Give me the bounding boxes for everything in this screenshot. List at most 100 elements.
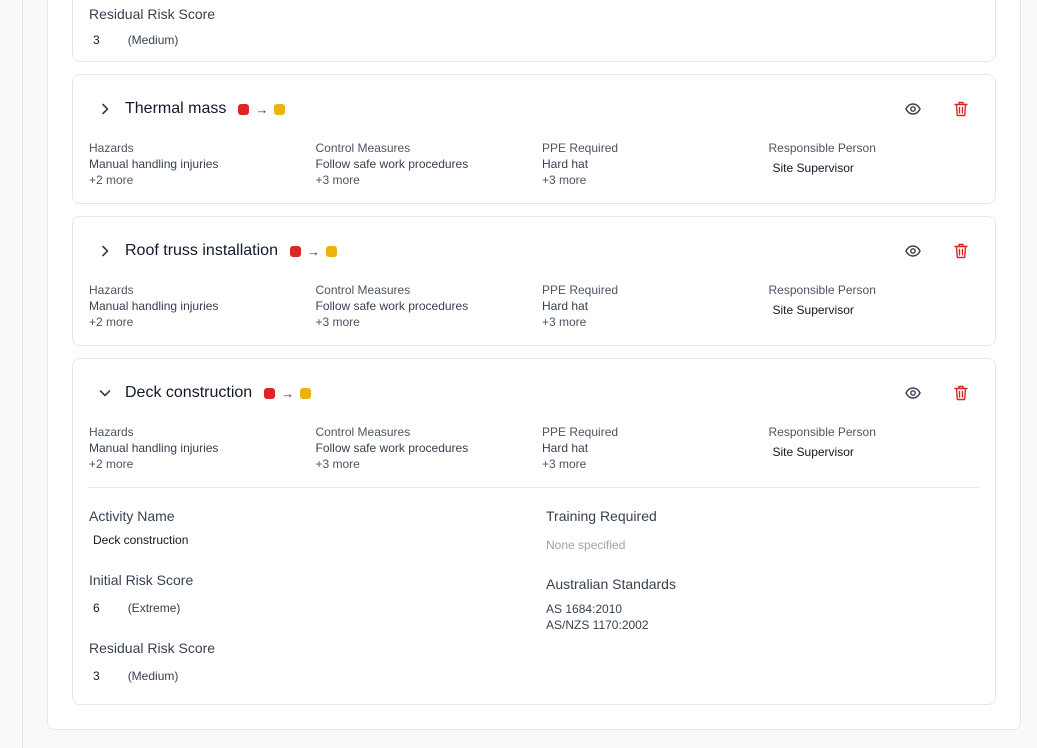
activity-summary: Hazards Manual handling injuries +2 more… bbox=[89, 140, 979, 188]
sidebar bbox=[0, 0, 23, 748]
residual-risk-indicator bbox=[274, 103, 286, 115]
standards-list: AS 1684:2010 AS/NZS 1170:2002 bbox=[546, 601, 649, 633]
responsible-value: Site Supervisor bbox=[772, 303, 854, 317]
controls-first: Follow safe work procedures bbox=[315, 157, 469, 171]
initial-score-value: 6 bbox=[93, 601, 100, 615]
ppe-label: PPE Required bbox=[542, 141, 619, 155]
residual-score-value: 3 bbox=[93, 669, 100, 683]
initial-risk-label: Initial Risk Score bbox=[89, 572, 194, 588]
ppe-column: PPE Required Hard hat +3 more bbox=[542, 424, 769, 472]
arrow-icon: → bbox=[255, 101, 269, 117]
responsible-value: Site Supervisor bbox=[772, 445, 854, 459]
chevron-right-icon[interactable] bbox=[93, 99, 117, 119]
training-label: Training Required bbox=[546, 508, 657, 524]
trash-icon[interactable] bbox=[951, 383, 971, 403]
responsible-label: Responsible Person bbox=[768, 425, 876, 439]
chevron-right-icon[interactable] bbox=[93, 241, 117, 261]
activity-summary: Hazards Manual handling injuries +2 more… bbox=[89, 282, 979, 330]
training-value: None specified bbox=[546, 538, 626, 552]
controls-first: Follow safe work procedures bbox=[315, 299, 469, 313]
residual-risk-indicator bbox=[300, 387, 312, 399]
eye-icon[interactable] bbox=[903, 383, 923, 403]
ppe-first: Hard hat bbox=[542, 441, 589, 455]
ppe-more: +3 more bbox=[542, 315, 587, 329]
trash-icon[interactable] bbox=[951, 241, 971, 261]
responsible-column: Responsible Person Site Supervisor bbox=[769, 282, 979, 330]
initial-risk-indicator bbox=[238, 103, 250, 115]
initial-score-level: (Extreme) bbox=[127, 601, 181, 615]
responsible-column: Responsible Person Site Supervisor bbox=[769, 424, 979, 472]
residual-score-level: (Medium) bbox=[127, 669, 179, 683]
eye-icon[interactable] bbox=[903, 99, 923, 119]
hazards-more: +2 more bbox=[89, 173, 134, 187]
hazards-label: Hazards bbox=[89, 141, 134, 155]
ppe-column: PPE Required Hard hat +3 more bbox=[542, 282, 769, 330]
initial-risk-score: 6 (Extreme) bbox=[93, 601, 180, 615]
controls-first: Follow safe work procedures bbox=[315, 441, 469, 455]
controls-column: Control Measures Follow safe work proced… bbox=[316, 424, 543, 472]
standard-item: AS 1684:2010 bbox=[546, 602, 623, 616]
residual-score-value: 3 bbox=[93, 33, 100, 47]
ppe-first: Hard hat bbox=[542, 157, 589, 171]
hazards-more: +2 more bbox=[89, 315, 134, 329]
hazards-label: Hazards bbox=[89, 283, 134, 297]
activity-title: Deck construction bbox=[125, 384, 253, 401]
responsible-label: Responsible Person bbox=[768, 141, 876, 155]
activity-card-expanded: Deck construction → Hazards Manual handl… bbox=[72, 358, 996, 705]
activity-header: Thermal mass → bbox=[89, 99, 286, 119]
hazards-column: Hazards Manual handling injuries +2 more bbox=[89, 140, 316, 188]
ppe-column: PPE Required Hard hat +3 more bbox=[542, 140, 769, 188]
activity-header: Deck construction → bbox=[89, 383, 312, 403]
controls-label: Control Measures bbox=[315, 283, 411, 297]
card-actions bbox=[903, 241, 971, 261]
activity-title: Thermal mass bbox=[125, 100, 227, 117]
hazards-first: Manual handling injuries bbox=[89, 299, 219, 313]
controls-more: +3 more bbox=[315, 457, 360, 471]
hazards-label: Hazards bbox=[89, 425, 134, 439]
ppe-more: +3 more bbox=[542, 457, 587, 471]
residual-risk-label: Residual Risk Score bbox=[89, 640, 216, 656]
residual-risk-indicator bbox=[325, 245, 337, 257]
responsible-column: Responsible Person Site Supervisor bbox=[769, 140, 979, 188]
standards-label: Australian Standards bbox=[546, 576, 676, 592]
hazards-column: Hazards Manual handling injuries +2 more bbox=[89, 424, 316, 472]
eye-icon[interactable] bbox=[903, 241, 923, 261]
activity-card-previous: Residual Risk Score 3 (Medium) bbox=[72, 0, 996, 62]
initial-risk-indicator bbox=[264, 387, 276, 399]
arrow-icon: → bbox=[306, 243, 320, 259]
ppe-first: Hard hat bbox=[542, 299, 589, 313]
hazards-more: +2 more bbox=[89, 457, 134, 471]
divider bbox=[89, 487, 979, 488]
trash-icon[interactable] bbox=[951, 99, 971, 119]
arrow-icon: → bbox=[281, 385, 295, 401]
controls-column: Control Measures Follow safe work proced… bbox=[316, 140, 543, 188]
chevron-down-icon[interactable] bbox=[93, 383, 117, 403]
hazards-column: Hazards Manual handling injuries +2 more bbox=[89, 282, 316, 330]
ppe-label: PPE Required bbox=[542, 425, 619, 439]
card-actions bbox=[903, 383, 971, 403]
activity-header: Roof truss installation → bbox=[89, 241, 337, 261]
hazards-first: Manual handling injuries bbox=[89, 157, 219, 171]
activity-card: Thermal mass → Hazards Manual handling i… bbox=[72, 74, 996, 204]
responsible-value: Site Supervisor bbox=[772, 161, 854, 175]
activity-name-label: Activity Name bbox=[89, 508, 175, 524]
residual-risk-score: 3 (Medium) bbox=[93, 33, 178, 47]
card-actions bbox=[903, 99, 971, 119]
activity-name-value: Deck construction bbox=[93, 533, 189, 547]
activity-card: Roof truss installation → Hazards Manual… bbox=[72, 216, 996, 346]
standard-item: AS/NZS 1170:2002 bbox=[546, 618, 649, 632]
residual-risk-label: Residual Risk Score bbox=[89, 6, 216, 22]
residual-risk-score: 3 (Medium) bbox=[93, 669, 178, 683]
hazards-first: Manual handling injuries bbox=[89, 441, 219, 455]
controls-label: Control Measures bbox=[315, 141, 411, 155]
controls-label: Control Measures bbox=[315, 425, 411, 439]
controls-column: Control Measures Follow safe work proced… bbox=[316, 282, 543, 330]
ppe-label: PPE Required bbox=[542, 283, 619, 297]
controls-more: +3 more bbox=[315, 173, 360, 187]
activity-title: Roof truss installation bbox=[125, 242, 278, 259]
ppe-more: +3 more bbox=[542, 173, 587, 187]
residual-score-level: (Medium) bbox=[127, 33, 179, 47]
activity-summary: Hazards Manual handling injuries +2 more… bbox=[89, 424, 979, 472]
responsible-label: Responsible Person bbox=[768, 283, 876, 297]
initial-risk-indicator bbox=[289, 245, 301, 257]
